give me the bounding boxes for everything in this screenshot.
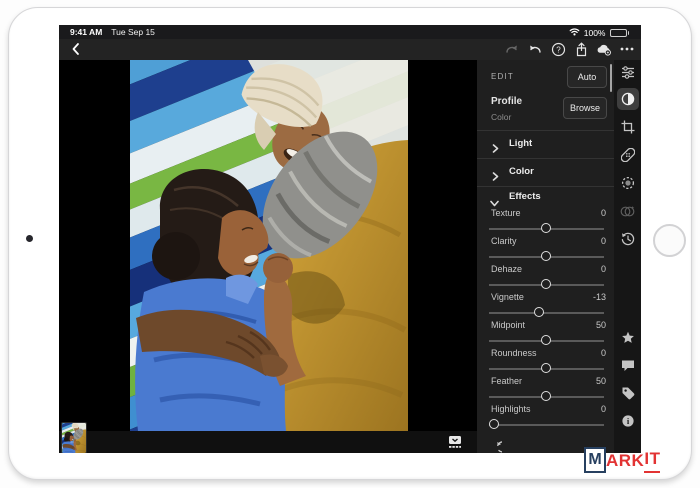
effect-row-clarity: Clarity 0 (477, 234, 614, 262)
effect-row-feather: Feather 50 (477, 374, 614, 402)
edit-tone-icon[interactable] (618, 89, 638, 109)
presets-icon[interactable] (618, 201, 638, 221)
filmstrip-bar (59, 431, 477, 453)
effect-label: Clarity (491, 236, 517, 246)
battery-icon (610, 29, 630, 37)
effect-label: Highlights (491, 404, 531, 414)
info-icon[interactable]: i (618, 411, 638, 431)
vignette-slider[interactable] (489, 307, 604, 318)
effect-row-dehaze: Dehaze 0 (477, 262, 614, 290)
profile-current-value: Color (491, 112, 511, 122)
redo-icon[interactable] (504, 41, 520, 57)
more-options-icon[interactable] (619, 41, 635, 57)
back-icon[interactable] (68, 41, 84, 57)
effect-value: 50 (596, 376, 606, 386)
lightroom-app-screen: 9:41 AM Tue Sep 15 100% (59, 25, 641, 453)
panel-scrollbar[interactable] (610, 64, 612, 92)
section-light[interactable]: Light (477, 130, 614, 158)
section-label: Color (509, 166, 534, 177)
effect-value: 50 (596, 320, 606, 330)
photo (130, 60, 408, 431)
effect-row-highlights: Highlights 0 (477, 402, 614, 430)
filmstrip-toggle-icon[interactable] (447, 435, 463, 449)
help-icon[interactable]: ? (550, 41, 566, 57)
section-label: Effects (509, 191, 541, 202)
page: 9:41 AM Tue Sep 15 100% (0, 0, 700, 488)
effect-label: Vignette (491, 292, 524, 302)
effect-label: Texture (491, 208, 521, 218)
clarity-slider[interactable] (489, 251, 604, 262)
chevron-right-icon (492, 168, 499, 186)
watermark-text-underlined: IT (644, 447, 660, 473)
section-color[interactable]: Color (477, 158, 614, 186)
history-icon[interactable] (618, 229, 638, 249)
reset-icon[interactable] (487, 441, 503, 453)
home-button[interactable] (653, 224, 686, 257)
effect-value: -13 (593, 292, 606, 302)
masking-brush-icon[interactable] (618, 173, 638, 193)
effect-row-vignette: Vignette -13 (477, 290, 614, 318)
effect-label: Roundness (491, 348, 537, 358)
front-camera (26, 235, 33, 242)
browse-button[interactable]: Browse (563, 97, 607, 119)
effect-row-midpoint: Midpoint 50 (477, 318, 614, 346)
status-bar: 9:41 AM Tue Sep 15 100% (59, 25, 641, 39)
comments-icon[interactable] (618, 355, 638, 375)
undo-icon[interactable] (527, 41, 543, 57)
effect-value: 0 (601, 264, 606, 274)
crop-icon[interactable] (618, 117, 638, 137)
dehaze-slider[interactable] (489, 279, 604, 290)
clock: 9:41 AM (70, 27, 102, 37)
app-toolbar: ? (59, 39, 641, 60)
watermark-logo-m: M (584, 447, 606, 473)
profile-label: Profile (491, 96, 522, 107)
watermark-text: ARK (606, 449, 644, 473)
panel-title: EDIT (491, 72, 514, 81)
effect-label: Midpoint (491, 320, 525, 330)
texture-slider[interactable] (489, 223, 604, 234)
effect-row-texture: Texture 0 (477, 206, 614, 234)
effect-value: 0 (601, 236, 606, 246)
feather-slider[interactable] (489, 391, 604, 402)
share-icon[interactable] (573, 41, 589, 57)
date: Tue Sep 15 (111, 27, 155, 37)
roundness-slider[interactable] (489, 363, 604, 374)
star-rating-icon[interactable] (618, 327, 638, 347)
filmstrip-thumbnail[interactable] (62, 423, 86, 453)
effect-label: Feather (491, 376, 522, 386)
effect-value: 0 (601, 404, 606, 414)
markit-watermark: M ARK IT (584, 447, 660, 473)
auto-button[interactable]: Auto (567, 66, 607, 88)
chevron-right-icon (492, 140, 499, 158)
section-label: Light (509, 138, 532, 149)
keyword-tag-icon[interactable] (618, 383, 638, 403)
midpoint-slider[interactable] (489, 335, 604, 346)
effect-value: 0 (601, 208, 606, 218)
highlights-slider[interactable] (489, 419, 604, 430)
photo (62, 423, 86, 453)
effect-row-roundness: Roundness 0 (477, 346, 614, 374)
cloud-sync-icon[interactable] (596, 41, 612, 57)
section-effects[interactable]: Effects (477, 186, 614, 208)
wifi-icon (569, 27, 580, 38)
svg-text:?: ? (556, 45, 561, 54)
photo-canvas[interactable] (59, 60, 477, 431)
effect-label: Dehaze (491, 264, 522, 274)
healing-icon[interactable] (618, 145, 638, 165)
battery-percent: 100% (584, 28, 606, 38)
edit-panel: EDIT Auto Profile Color Browse Light Col… (477, 60, 614, 453)
adjust-sliders-icon[interactable] (618, 62, 638, 82)
effect-value: 0 (601, 348, 606, 358)
tool-rail: i (614, 60, 641, 453)
